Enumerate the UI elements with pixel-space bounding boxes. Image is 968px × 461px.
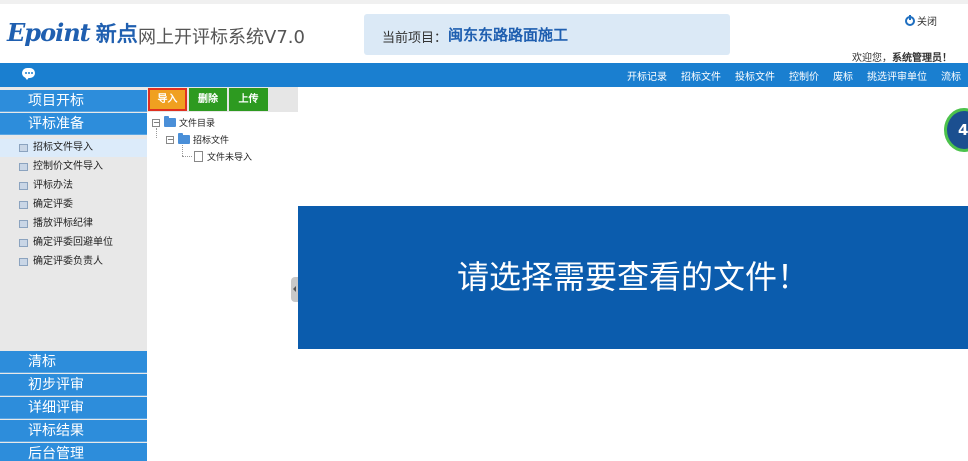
item-bullet-icon bbox=[19, 239, 28, 247]
sidebar-section-backend-management[interactable]: 后台管理 bbox=[0, 443, 147, 461]
nav-items: 开标记录 招标文件 投标文件 控制价 废标 挑选评审单位 流标 bbox=[620, 63, 968, 87]
nav-item-bid-file[interactable]: 投标文件 bbox=[735, 68, 775, 83]
sidebar-item-label: 评标办法 bbox=[33, 180, 73, 191]
system-title: 网上开评标系统V7.0 bbox=[138, 27, 305, 48]
main-content: 请选择需要查看的文件！ 4 bbox=[298, 87, 968, 461]
chat-icon[interactable] bbox=[22, 68, 35, 80]
item-bullet-icon bbox=[19, 220, 28, 228]
sidebar-section-evaluation-prep[interactable]: 评标准备 bbox=[0, 113, 147, 135]
item-bullet-icon bbox=[19, 182, 28, 190]
item-bullet-icon bbox=[19, 258, 28, 266]
upload-button[interactable]: 上传 bbox=[229, 88, 268, 111]
epoint-logo: Epoint 新点 bbox=[7, 18, 138, 48]
left-sidebar: 项目开标 评标准备 招标文件导入 控制价文件导入 评标办法 确定评委 播放评标纪… bbox=[0, 87, 147, 461]
tree-connector bbox=[182, 145, 183, 156]
power-icon bbox=[905, 14, 915, 26]
sidebar-item-tender-file-import[interactable]: 招标文件导入 bbox=[0, 139, 147, 157]
nav-item-failed-bid[interactable]: 流标 bbox=[941, 68, 961, 83]
app-header: Epoint 新点 网上开评标系统V7.0 当前项目： 闽东东路路面施工 关闭 … bbox=[0, 4, 968, 64]
tree-node-root[interactable]: − 文件目录 bbox=[152, 116, 215, 129]
tree-node-label: 招标文件 bbox=[193, 136, 230, 146]
close-label: 关闭 bbox=[917, 17, 937, 28]
sidebar-item-judge-avoid-units[interactable]: 确定评委回避单位 bbox=[0, 234, 147, 252]
current-project-box: 当前项目： 闽东东路路面施工 bbox=[364, 14, 730, 55]
sidebar-section-bid-opening[interactable]: 项目开标 bbox=[0, 90, 147, 112]
nav-item-control-price[interactable]: 控制价 bbox=[789, 68, 819, 83]
app-window: Epoint 新点 网上开评标系统V7.0 当前项目： 闽东东路路面施工 关闭 … bbox=[0, 0, 968, 461]
import-button[interactable]: 导入 bbox=[148, 88, 187, 111]
sidebar-section-clearing[interactable]: 清标 bbox=[0, 351, 147, 373]
sidebar-item-evaluation-method[interactable]: 评标办法 bbox=[0, 177, 147, 195]
panel-splitter-handle[interactable] bbox=[291, 277, 298, 302]
delete-button[interactable]: 删除 bbox=[189, 88, 227, 111]
sidebar-item-label: 控制价文件导入 bbox=[33, 161, 103, 172]
select-file-message: 请选择需要查看的文件！ bbox=[456, 258, 809, 296]
logo-cn-text: 新点 bbox=[95, 22, 138, 46]
file-tree-panel: 导入 删除 上传 − 文件目录 − 招标文件 文件未导入 bbox=[147, 87, 298, 461]
nav-item-invalid-bid[interactable]: 废标 bbox=[833, 68, 853, 83]
sidebar-item-label: 招标文件导入 bbox=[33, 142, 93, 153]
tree-connector bbox=[156, 128, 157, 138]
nav-item-select-review-unit[interactable]: 挑选评审单位 bbox=[867, 68, 927, 83]
sidebar-item-label: 确定评委负责人 bbox=[33, 256, 103, 267]
tree-node-label: 文件未导入 bbox=[207, 153, 253, 163]
sidebar-item-control-price-import[interactable]: 控制价文件导入 bbox=[0, 158, 147, 176]
nav-item-tender-file[interactable]: 招标文件 bbox=[681, 68, 721, 83]
sidebar-item-label: 确定评委回避单位 bbox=[33, 237, 113, 248]
empty-state-banner: 请选择需要查看的文件！ bbox=[298, 206, 968, 349]
tree-connector bbox=[182, 156, 192, 157]
project-name: 闽东东路路面施工 bbox=[448, 26, 569, 44]
logo-brand-text: Epoint bbox=[7, 18, 91, 47]
folder-icon bbox=[164, 116, 176, 127]
sidebar-item-confirm-judges[interactable]: 确定评委 bbox=[0, 196, 147, 214]
tree-node-label: 文件目录 bbox=[179, 119, 216, 129]
tree-node-file-not-imported[interactable]: 文件未导入 bbox=[194, 150, 252, 163]
file-icon bbox=[194, 151, 203, 162]
close-button[interactable]: 关闭 bbox=[905, 13, 937, 28]
floating-badge[interactable]: 4 bbox=[944, 108, 968, 152]
item-bullet-icon bbox=[19, 201, 28, 209]
collapse-toggle-icon[interactable]: − bbox=[152, 118, 160, 127]
sidebar-section-preliminary-review[interactable]: 初步评审 bbox=[0, 374, 147, 396]
sidebar-section-detailed-review[interactable]: 详细评审 bbox=[0, 397, 147, 419]
sidebar-section-evaluation-result[interactable]: 评标结果 bbox=[0, 420, 147, 442]
project-label: 当前项目： bbox=[382, 31, 448, 46]
sidebar-item-label: 确定评委 bbox=[33, 199, 73, 210]
tree-node-tender-file[interactable]: − 招标文件 bbox=[166, 133, 229, 146]
sidebar-item-play-discipline[interactable]: 播放评标纪律 bbox=[0, 215, 147, 233]
folder-icon bbox=[178, 133, 190, 144]
sidebar-item-judge-leader[interactable]: 确定评委负责人 bbox=[0, 253, 147, 271]
item-bullet-icon bbox=[19, 163, 28, 171]
top-navbar: 开标记录 招标文件 投标文件 控制价 废标 挑选评审单位 流标 bbox=[0, 63, 968, 87]
welcome-text: 欢迎您，系统管理员！ bbox=[852, 49, 952, 64]
nav-item-bid-opening-record[interactable]: 开标记录 bbox=[627, 68, 667, 83]
tree-toolbar: 导入 删除 上传 bbox=[147, 87, 298, 112]
sidebar-item-label: 播放评标纪律 bbox=[33, 218, 93, 229]
item-bullet-icon bbox=[19, 144, 28, 152]
collapse-toggle-icon[interactable]: − bbox=[166, 135, 174, 144]
